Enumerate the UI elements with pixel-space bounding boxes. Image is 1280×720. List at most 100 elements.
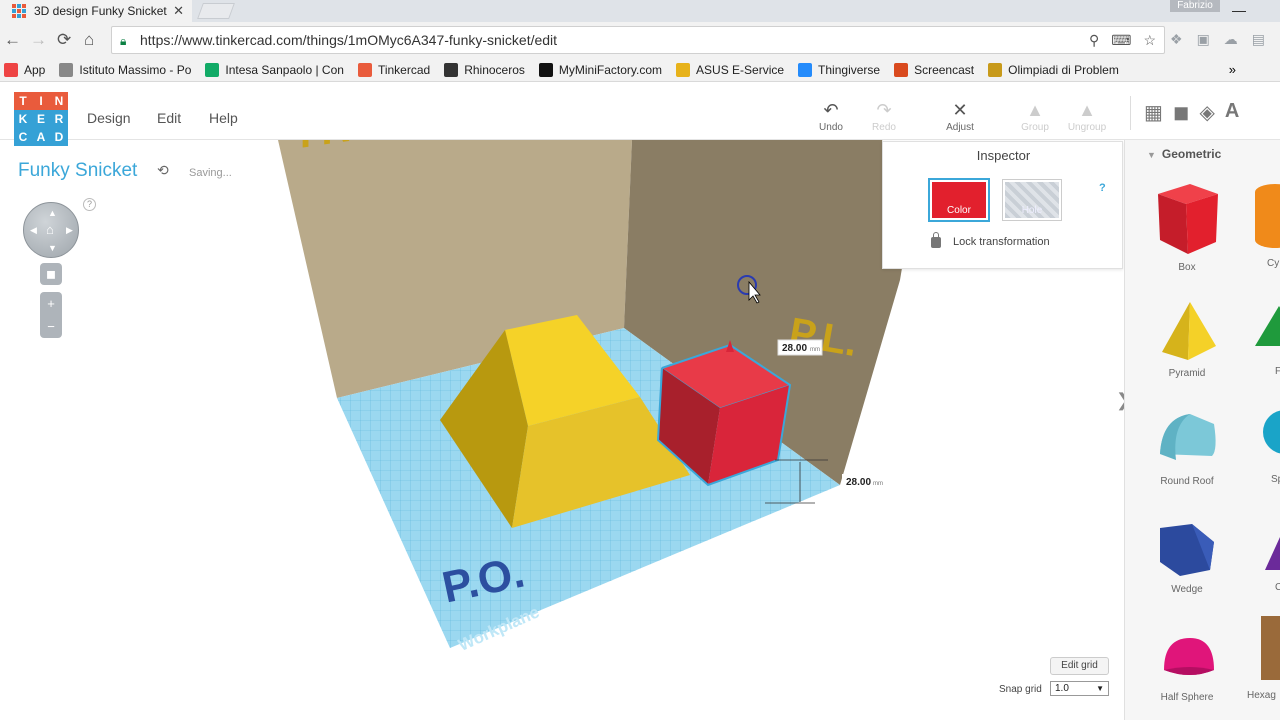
redo-icon: ↷ — [876, 100, 892, 120]
zoom-out-icon[interactable]: − — [40, 315, 62, 338]
shape-wedge[interactable]: Wedge — [1147, 518, 1227, 595]
window-minimize-icon[interactable]: — — [1232, 2, 1246, 18]
home-icon[interactable]: ⌂ — [84, 30, 94, 50]
translate-icon[interactable]: ⌨ — [1111, 32, 1131, 49]
menu-design[interactable]: Design — [87, 110, 131, 126]
shapes-view-icon[interactable]: ◈ — [1200, 100, 1215, 125]
shape-cylinder-partial-icon[interactable] — [1255, 184, 1280, 248]
bookmark-item[interactable]: ASUS E-Service — [676, 63, 784, 77]
snap-grid-select[interactable]: 1.0 ▼ — [1050, 681, 1109, 696]
fit-view-button[interactable]: ◼ — [40, 263, 62, 285]
browser-tab-bar: 3D design Funky Snicket ✕ Fabrizio — — [0, 0, 1280, 22]
saving-status: Saving... — [189, 167, 232, 179]
redo-label: Redo — [872, 122, 896, 133]
address-bar-row: ← → ⟳ ⌂ 🔒︎ https://www.tinkercad.com/thi… — [0, 22, 1280, 59]
dimension-side-unit: mm — [873, 481, 883, 487]
zoom-control: + − — [40, 292, 62, 338]
bookmark-label: Screencast — [914, 63, 975, 77]
extension-square-icon[interactable]: ▣ — [1197, 31, 1210, 48]
bookmark-label: Tinkercad — [377, 63, 431, 77]
cube-view-icon[interactable]: ◼ — [1173, 100, 1190, 125]
lock-transformation-toggle[interactable]: Lock transformation — [931, 231, 1050, 248]
nav-help-icon[interactable]: ? — [83, 198, 96, 211]
bookmark-item[interactable]: Tinkercad — [357, 63, 431, 77]
olympics-icon — [988, 63, 1003, 77]
extension-dropbox-icon[interactable]: ❖ — [1170, 31, 1183, 48]
inspector-title: Inspector — [976, 148, 1031, 163]
bookmark-item[interactable]: App — [4, 63, 45, 77]
orbit-home-icon[interactable]: ⌂ — [46, 222, 54, 237]
grid-view-icon[interactable]: ▦ — [1144, 100, 1163, 125]
bookmark-item[interactable]: MyMiniFactory.com — [538, 63, 662, 77]
shape-half-sphere[interactable]: Half Sphere — [1147, 630, 1227, 703]
shape-roof-partial-icon[interactable] — [1255, 306, 1280, 346]
extension-cast-icon[interactable]: ▤ — [1252, 31, 1265, 48]
view-orbit-control[interactable]: ▲ ▼ ◀ ▶ ⌂ — [23, 202, 79, 258]
shape-box[interactable]: Box — [1147, 180, 1227, 273]
screencast-icon — [894, 63, 909, 77]
bookmark-label: Istituto Massimo - Po — [79, 63, 192, 77]
shape-label-partial: F — [1275, 366, 1280, 377]
mmf-icon — [538, 63, 553, 77]
adjust-button[interactable]: ✕ Adjust — [938, 100, 982, 133]
shape-hexagon-partial-icon[interactable] — [1261, 616, 1280, 680]
dropdown-arrow-icon: ▼ — [1096, 684, 1104, 693]
bookmark-item[interactable]: Istituto Massimo - Po — [59, 63, 191, 77]
bookmark-item[interactable]: Screencast — [894, 63, 974, 77]
shape-cone-partial-icon[interactable] — [1265, 526, 1280, 570]
profile-badge[interactable]: Fabrizio — [1170, 0, 1220, 12]
shape-round-roof[interactable]: Round Roof — [1147, 406, 1227, 487]
shape-label: Half Sphere — [1160, 692, 1214, 703]
rhino-icon — [444, 63, 459, 77]
tinkercad-logo[interactable]: TINKERCAD — [14, 92, 68, 146]
ungroup-button[interactable]: ▲ Ungroup — [1065, 100, 1109, 133]
tinkercad-favicon-icon — [12, 4, 26, 18]
ungroup-icon: ▲ — [1078, 100, 1096, 120]
extension-cloud-icon[interactable]: ☁ — [1224, 31, 1238, 48]
menu-help[interactable]: Help — [209, 110, 238, 126]
shape-pyramid[interactable]: Pyramid — [1147, 298, 1227, 379]
bookmark-item[interactable]: Olimpiadi di Problem — [988, 63, 1119, 77]
bookmark-item[interactable]: Intesa Sanpaolo | Con — [205, 63, 344, 77]
orbit-left-icon[interactable]: ◀ — [30, 225, 37, 236]
hole-swatch-button[interactable]: Hole — [1003, 180, 1061, 220]
shape-label-partial: C — [1275, 582, 1280, 593]
back-arrow-icon[interactable]: ← — [4, 30, 21, 50]
bookmark-star-icon[interactable]: ☆ — [1143, 32, 1156, 49]
tab-close-icon[interactable]: ✕ — [173, 3, 184, 19]
edit-grid-button[interactable]: Edit grid — [1050, 657, 1109, 675]
text-tool-icon[interactable]: A — [1225, 100, 1239, 125]
rename-refresh-icon[interactable]: ⟲ — [157, 162, 169, 179]
bookmark-item[interactable]: Rhinoceros — [444, 63, 525, 77]
redo-button[interactable]: ↷ Redo — [862, 100, 906, 133]
ungroup-label: Ungroup — [1067, 122, 1107, 133]
wedge-shape-icon — [1160, 524, 1214, 576]
reload-icon[interactable]: ⟳ — [57, 30, 71, 50]
extension-icons: ❖ ▣ ☁ ▤ — [1170, 31, 1265, 48]
bookmark-label: Olimpiadi di Problem — [1008, 63, 1119, 77]
design-title[interactable]: Funky Snicket — [18, 160, 137, 182]
box-shape-icon — [1158, 184, 1218, 254]
color-swatch-button[interactable]: Color — [930, 180, 988, 220]
shape-label: Wedge — [1171, 584, 1203, 595]
undo-button[interactable]: ↶ Undo — [809, 100, 853, 133]
browser-tab[interactable]: 3D design Funky Snicket ✕ — [0, 0, 192, 22]
new-tab-button[interactable] — [197, 3, 235, 19]
shape-sphere-partial-icon[interactable] — [1263, 410, 1280, 454]
shape-category-header[interactable]: ▼ Geometric — [1147, 147, 1221, 161]
bookmarks-more-icon[interactable]: » — [1229, 62, 1236, 77]
group-button[interactable]: ▲ Group — [1013, 100, 1057, 133]
app-header: TINKERCAD Design Edit Help ↶ Undo ↷ Redo… — [0, 82, 1280, 146]
forward-arrow-icon[interactable]: → — [30, 30, 47, 50]
globe-icon — [59, 63, 74, 77]
orbit-right-icon[interactable]: ▶ — [66, 225, 73, 236]
orbit-up-icon[interactable]: ▲ — [48, 208, 57, 218]
zoom-icon[interactable]: ⚲ — [1089, 32, 1099, 49]
orbit-down-icon[interactable]: ▼ — [48, 243, 57, 253]
menu-edit[interactable]: Edit — [157, 110, 181, 126]
inspector-help-icon[interactable]: ? — [1099, 182, 1106, 194]
bookmark-item[interactable]: Thingiverse — [798, 63, 880, 77]
undo-icon: ↶ — [823, 100, 839, 120]
url-input[interactable]: 🔒︎ https://www.tinkercad.com/things/1mOM… — [111, 26, 1165, 54]
zoom-in-icon[interactable]: + — [40, 292, 62, 315]
